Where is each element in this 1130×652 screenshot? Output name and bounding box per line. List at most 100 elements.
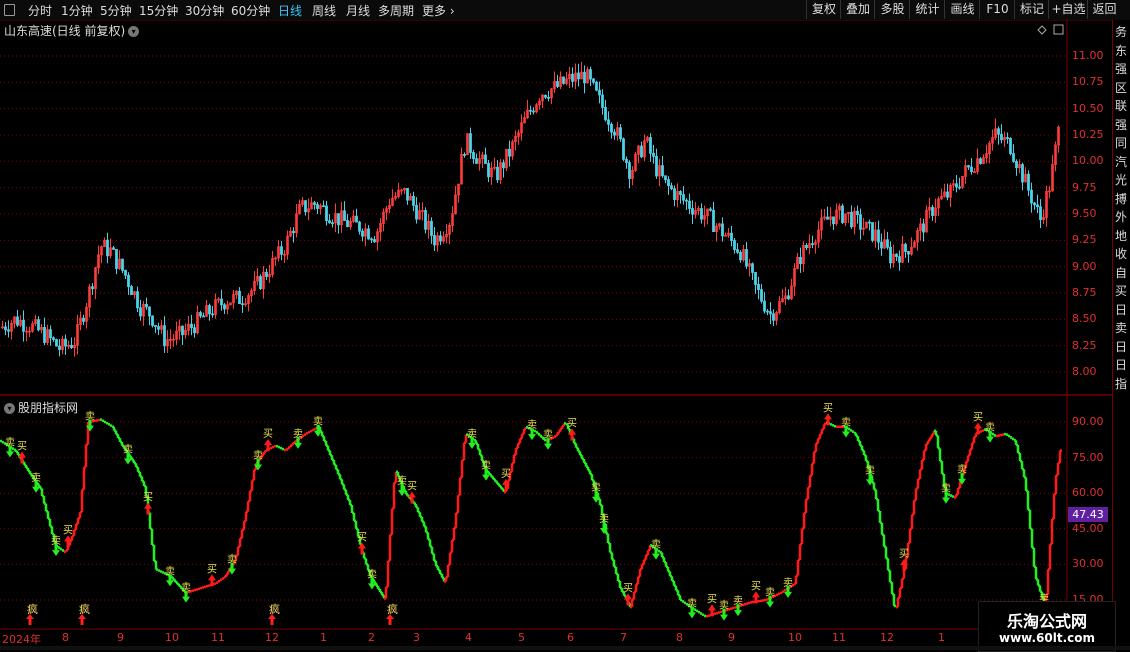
candle-body [652,152,655,157]
candle-body [49,329,52,339]
candle-body [472,152,475,160]
tab-8[interactable]: 月线 [346,2,370,19]
right-strip-char: 汽 [1114,154,1127,169]
candle-body [886,239,889,248]
toolbar-button-3[interactable]: 统计 [909,0,945,19]
window-icon[interactable] [4,4,15,16]
candle-body [589,69,592,80]
sell-label: 卖 [31,472,41,484]
sell-label: 卖 [599,513,609,525]
right-strip-char: 强 [1114,117,1127,132]
tab-3[interactable]: 15分钟 [139,2,178,19]
x-tick-label: 4 [465,631,472,644]
sell-label: 卖 [293,428,303,440]
sell-label: 卖 [783,577,793,589]
tab-6[interactable]: 日线 [278,2,302,19]
candle-body [841,205,844,223]
price-tick-label: 9.00 [1072,259,1097,273]
price-tick-label: 8.50 [1072,312,1097,326]
indicator-tick-label: 90.00 [1072,415,1104,428]
candle-body [619,127,622,140]
right-strip-char: 同 [1114,136,1127,150]
candle-body [688,200,691,209]
buy-label: 买 [143,492,153,504]
toolbar-button-4[interactable]: 画线 [944,0,980,19]
sell-label: 卖 [687,597,697,609]
sell-label: 卖 [467,428,477,440]
candle-body [667,179,670,187]
tab-10[interactable]: 更多 › [422,2,455,19]
toolbar-button-2[interactable]: 多股 [874,0,910,19]
x-tick-label: 5 [518,631,525,644]
tab-5[interactable]: 60分钟 [231,2,270,19]
sell-label: 卖 [651,539,661,551]
candle-body [1039,206,1042,221]
candle-body [721,223,724,237]
crazy-label: 疯 [269,602,280,616]
candle-body [739,251,742,261]
chart-area[interactable]: 卖买卖卖买卖卖买卖卖买卖卖买 卖卖买卖卖 买卖卖买卖卖买卖卖买卖卖 买卖 卖买卖卖买卖卖… [0,20,1112,650]
tab-0[interactable]: 分时 [28,2,52,19]
candle-body [358,221,361,232]
sell-label: 卖 [481,460,491,472]
candle-body [151,315,154,326]
sell-label: 卖 [985,422,995,434]
candle-body [562,76,565,84]
candle-body [610,123,613,133]
candle-body [16,316,19,326]
x-tick-label: 9 [728,631,735,644]
candle-body [655,155,658,177]
candle-body [463,153,466,156]
candle-body [1009,138,1012,154]
candle-body [304,200,307,213]
candle-body [157,326,160,330]
toolbar-button-7[interactable]: +自选 [1048,0,1088,19]
toolbar-button-5[interactable]: F10 [979,0,1015,19]
candle-body [670,185,673,190]
buy-label: 买 [623,582,633,594]
tab-2[interactable]: 5分钟 [100,2,132,19]
candle-body [1012,153,1015,162]
candle-body [1030,189,1033,204]
candle-body [532,110,535,113]
candle-body [223,304,226,310]
candle-body [604,107,607,121]
candle-body [373,239,376,243]
right-strip-char: 买 [1114,284,1127,298]
candle-body [241,303,244,306]
candle-body [700,208,703,220]
candle-body [139,307,142,317]
x-tick-label: 11 [211,631,225,644]
candle-body [625,158,628,163]
x-tick-label: 2024年 [2,633,41,646]
candle-body [313,202,316,205]
candle-body [1021,164,1024,183]
candle-body [439,235,442,242]
candle-body [958,186,961,189]
toolbar-button-0[interactable]: 复权 [806,0,841,19]
candle-body [199,312,202,317]
x-tick-label: 2 [368,631,375,644]
tab-1[interactable]: 1分钟 [61,2,93,19]
toolbar-button-8[interactable]: 返回 [1087,0,1121,19]
candle-body [487,163,490,178]
toolbar-button-6[interactable]: 标记 [1014,0,1049,19]
buy-label: 买 [501,468,511,480]
candle-body [475,158,478,164]
candle-body [922,223,925,233]
right-strip-char: 地 [1114,228,1127,243]
candle-body [4,326,7,331]
candle-body [370,238,373,241]
tab-9[interactable]: 多周期 [378,2,414,19]
buy-label: 买 [751,580,761,592]
x-tick-label: 11 [832,631,846,644]
candle-body [130,286,133,296]
candle-body [82,317,85,322]
candle-body [898,256,901,263]
candle-body [193,327,196,334]
tab-4[interactable]: 30分钟 [185,2,224,19]
toolbar-button-1[interactable]: 叠加 [840,0,875,19]
tab-7[interactable]: 周线 [312,2,336,19]
candle-body [664,175,667,181]
price-tick-label: 9.25 [1072,233,1097,247]
